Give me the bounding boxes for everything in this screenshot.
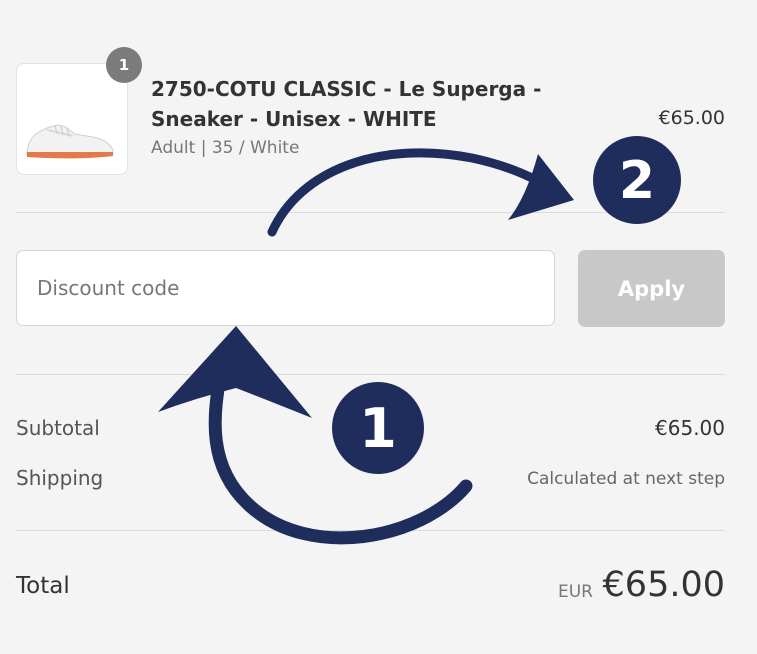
arrow-to-discount-icon xyxy=(208,345,473,545)
total-currency: EUR xyxy=(558,582,593,602)
step-2-number: 2 xyxy=(619,151,655,211)
arrowhead-icon xyxy=(158,326,312,418)
discount-code-input[interactable] xyxy=(16,250,555,326)
arrowhead-icon xyxy=(508,154,574,220)
shipping-label: Shipping xyxy=(16,466,104,490)
step-2-badge xyxy=(593,136,681,224)
divider xyxy=(16,212,725,213)
apply-button[interactable]: Apply xyxy=(578,250,725,327)
quantity-badge: 1 xyxy=(106,47,142,83)
divider xyxy=(16,374,725,375)
subtotal-label: Subtotal xyxy=(16,416,100,440)
shipping-value: Calculated at next step xyxy=(527,469,725,489)
product-price: €65.00 xyxy=(658,107,725,129)
step-1-number: 1 xyxy=(359,397,397,460)
product-thumbnail xyxy=(16,63,128,175)
product-title: 2750-COTU CLASSIC - Le Superga - Sneaker… xyxy=(151,77,542,131)
step-1-badge xyxy=(332,382,424,474)
subtotal-value: €65.00 xyxy=(655,416,725,440)
divider xyxy=(16,530,725,531)
product-variant: Adult | 35 / White xyxy=(151,138,300,158)
total-amount: €65.00 xyxy=(602,565,725,605)
sneaker-icon xyxy=(26,124,114,159)
arrow-to-apply-icon xyxy=(267,148,567,237)
total-label: Total xyxy=(16,573,70,599)
